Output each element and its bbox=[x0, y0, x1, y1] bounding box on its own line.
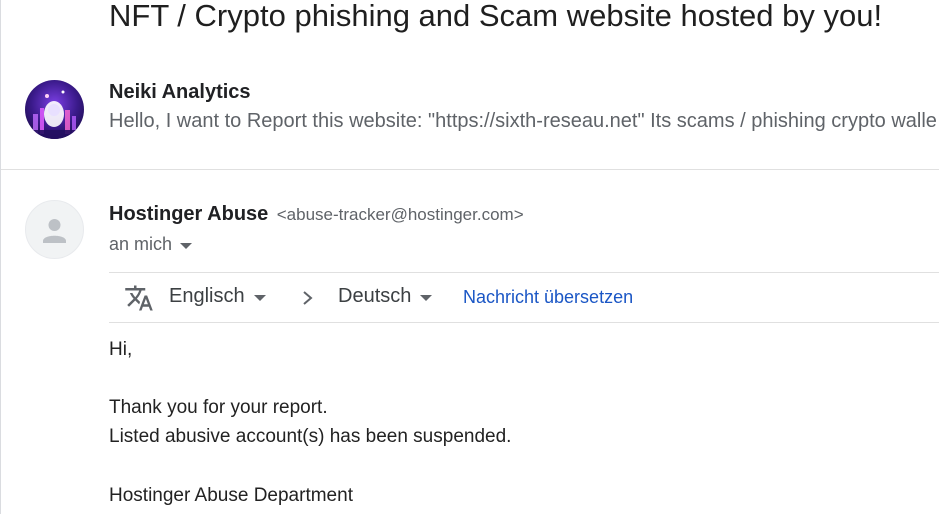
recipient-details-toggle[interactable]: an mich bbox=[109, 234, 193, 255]
source-language-select[interactable]: Englisch bbox=[169, 285, 266, 308]
body-line-1: Thank you for your report. bbox=[109, 397, 328, 418]
target-language-label: Deutsch bbox=[338, 285, 412, 307]
translation-bar-bottom-border bbox=[109, 322, 939, 323]
left-border bbox=[0, 0, 1, 514]
translate-message-link[interactable]: Nachricht übersetzen bbox=[463, 287, 633, 308]
body-signature: Hostinger Abuse Department bbox=[109, 485, 353, 506]
sender-email[interactable]: <abuse-tracker@hostinger.com> bbox=[277, 205, 524, 224]
source-language-label: Englisch bbox=[169, 285, 245, 307]
sender-line: Hostinger Abuse <abuse-tracker@hostinger… bbox=[109, 203, 524, 226]
body-greeting: Hi, bbox=[109, 339, 133, 360]
translation-bar-top-border bbox=[109, 272, 939, 273]
message-divider bbox=[1, 169, 939, 170]
body-line-2: Listed abusive account(s) has been suspe… bbox=[109, 426, 512, 447]
caret-down-icon bbox=[180, 242, 193, 249]
caret-down-icon bbox=[420, 294, 433, 301]
target-language-select[interactable]: Deutsch bbox=[338, 285, 433, 308]
translate-icon bbox=[125, 285, 153, 311]
caret-down-icon bbox=[253, 294, 266, 301]
thread-subject: NFT / Crypto phishing and Scam website h… bbox=[109, 0, 883, 33]
chevron-right-icon bbox=[303, 291, 313, 305]
person-icon bbox=[43, 219, 66, 243]
recipient-label: an mich bbox=[109, 234, 173, 254]
sender-avatar-hostinger[interactable] bbox=[25, 200, 84, 259]
sender-name[interactable]: Neiki Analytics bbox=[109, 81, 251, 104]
email-thread-view: NFT / Crypto phishing and Scam website h… bbox=[0, 0, 939, 514]
message-snippet[interactable]: Hello, I want to Report this website: "h… bbox=[109, 110, 937, 133]
sender-name[interactable]: Hostinger Abuse bbox=[109, 203, 268, 225]
sender-avatar-neiki[interactable] bbox=[25, 80, 84, 139]
